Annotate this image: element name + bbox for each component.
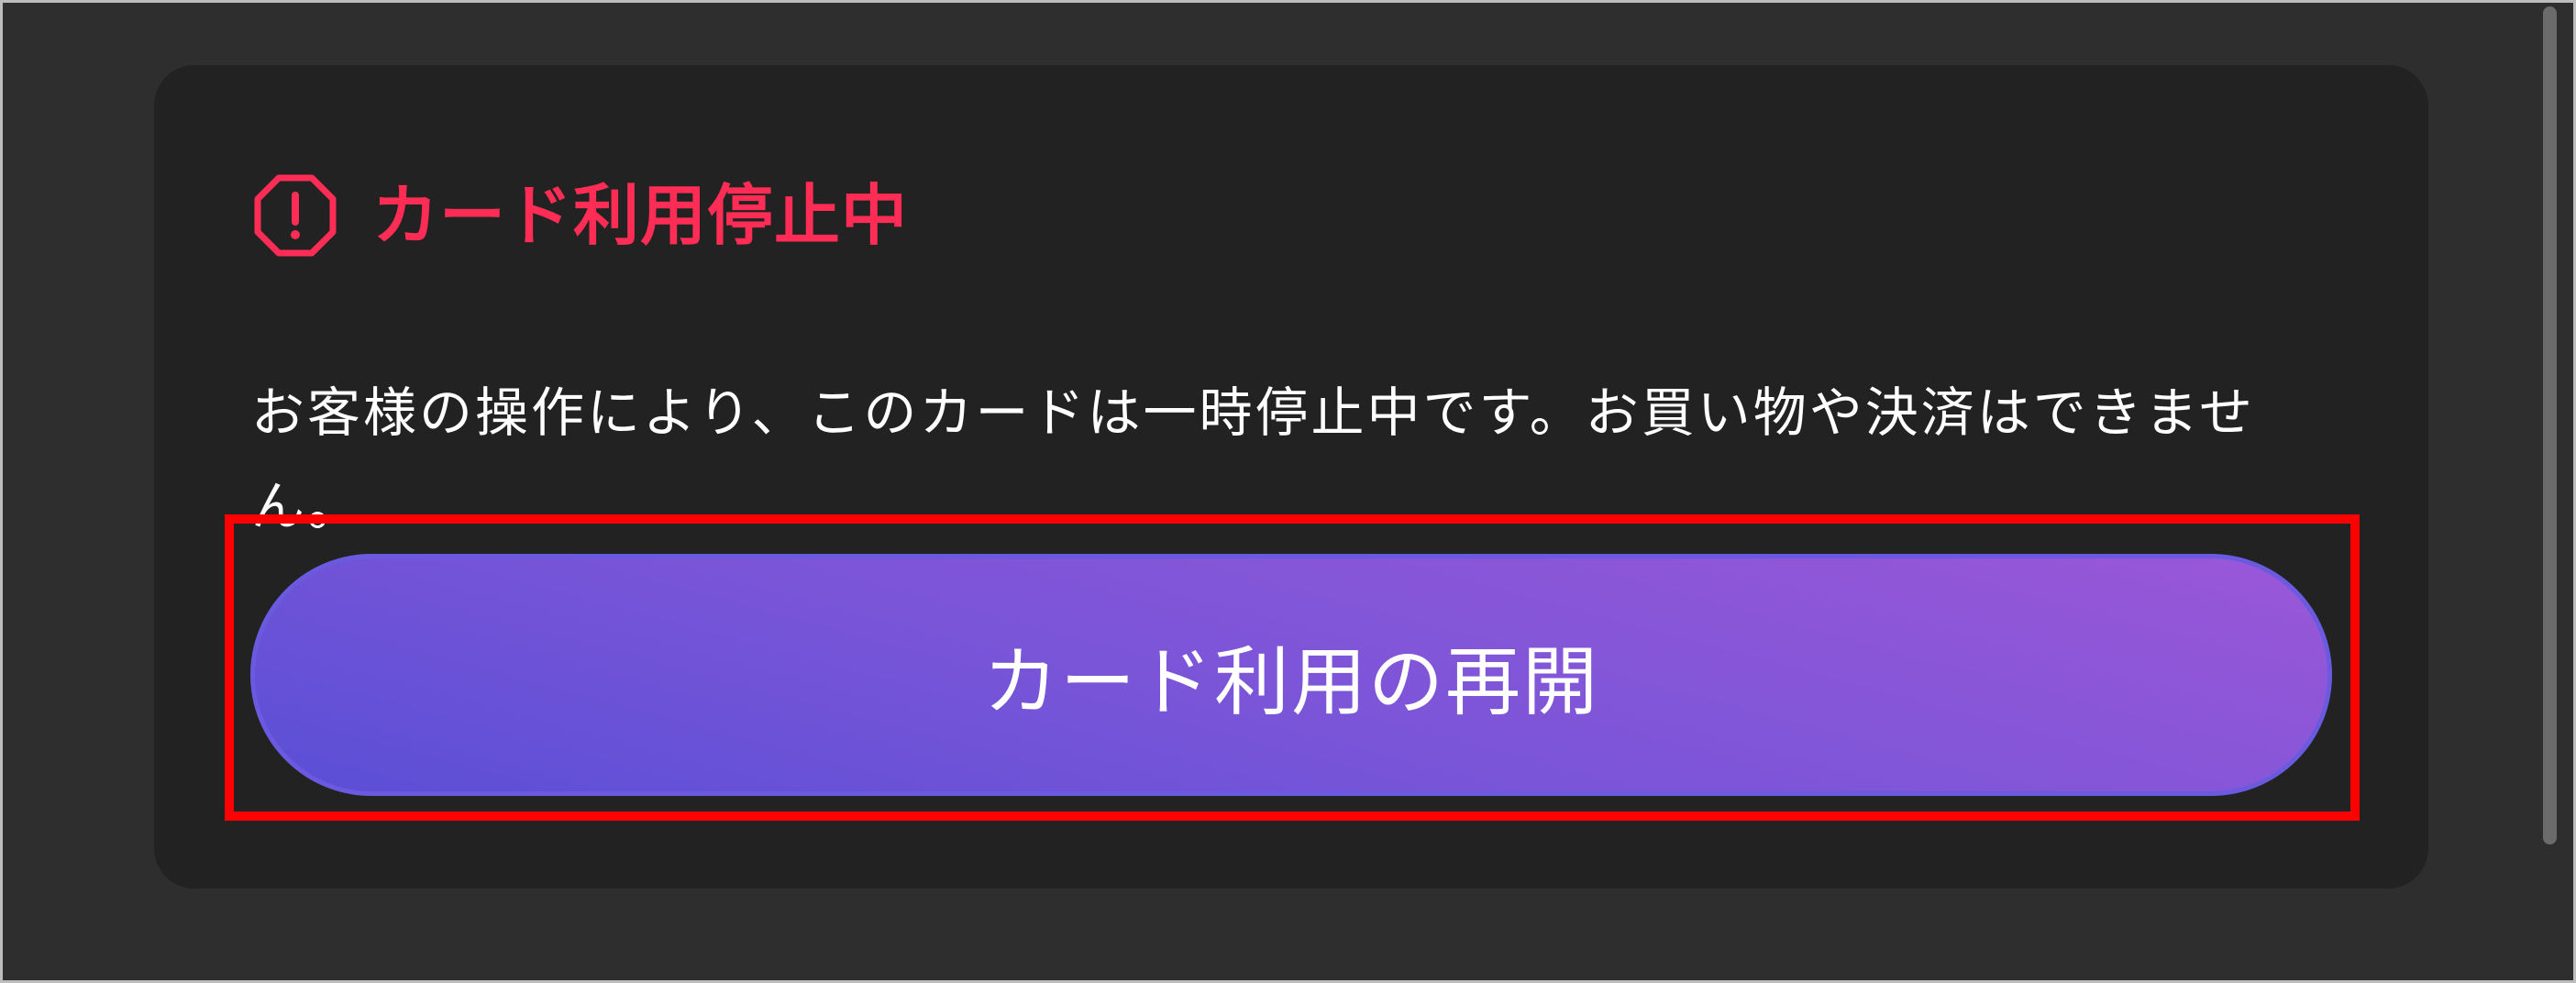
status-title: カード利用停止中 <box>372 177 909 254</box>
resume-card-button[interactable]: カード利用の再開 <box>250 554 2332 796</box>
app-viewport: カード利用停止中 お客様の操作により、このカードは一時停止中です。お買い物や決済… <box>0 0 2576 983</box>
status-header: カード利用停止中 <box>253 173 908 258</box>
scrollbar-thumb[interactable] <box>2543 6 2557 845</box>
alert-octagon-icon <box>253 173 337 258</box>
